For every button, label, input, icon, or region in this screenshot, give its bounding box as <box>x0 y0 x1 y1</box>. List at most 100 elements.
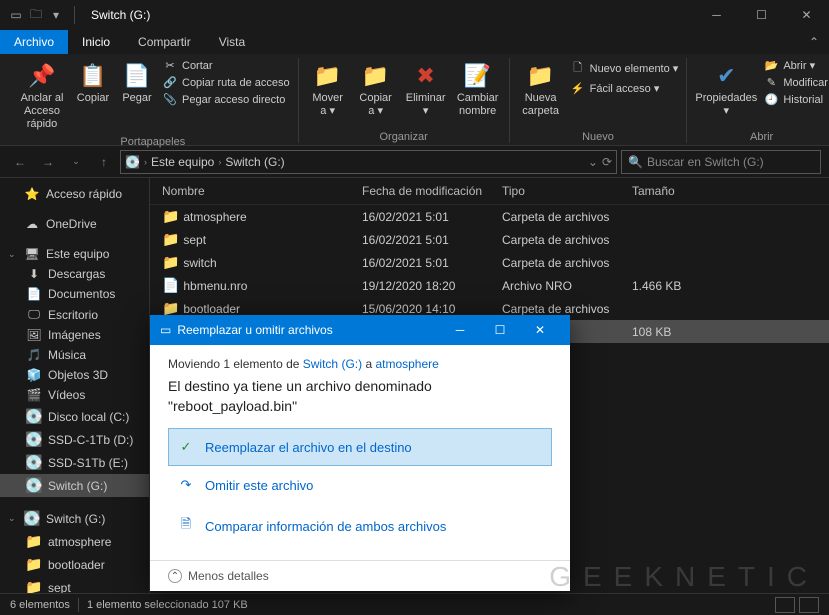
sidebar-documents[interactable]: 📄Documentos <box>0 284 149 304</box>
file-type: Carpeta de archivos <box>502 302 632 316</box>
sidebar-sept[interactable]: sept <box>0 576 149 593</box>
ribbon: 📌Anclar al Acceso rápido 📋Copiar 📄Pegar … <box>0 54 829 146</box>
sidebar-local-c[interactable]: Disco local (C:) <box>0 405 149 428</box>
sidebar-music[interactable]: 🎵Música <box>0 345 149 365</box>
dialog-option-replace[interactable]: ✓ Reemplazar el archivo en el destino <box>168 428 552 466</box>
file-type: Carpeta de archivos <box>502 233 632 247</box>
col-type[interactable]: Tipo <box>502 184 632 198</box>
group-new-label: Nuevo <box>582 131 614 143</box>
dialog-maximize-button[interactable]: ☐ <box>480 315 520 345</box>
addr-dropdown-icon[interactable]: ⌄ <box>588 155 598 169</box>
sidebar-downloads[interactable]: ⬇Descargas <box>0 264 149 284</box>
nav-forward-button[interactable]: → <box>36 150 60 174</box>
dialog-less-details[interactable]: Menos detalles <box>188 569 269 583</box>
paste-button[interactable]: 📄Pegar <box>116 58 158 107</box>
tab-archivo[interactable]: Archivo <box>0 30 68 54</box>
sidebar-desktop[interactable]: 🖵Escritorio <box>0 304 149 325</box>
delete-icon: ✖ <box>416 60 434 92</box>
sidebar-thispc[interactable]: ⌄🖥Este equipo <box>0 244 149 264</box>
pasteshortcut-button[interactable]: 📎Pegar acceso directo <box>160 92 292 107</box>
sidebar-atmosphere[interactable]: atmosphere <box>0 530 149 553</box>
dialog-minimize-button[interactable]: ─ <box>440 315 480 345</box>
chevron-icon[interactable]: › <box>218 157 221 167</box>
tab-inicio[interactable]: Inicio <box>68 30 124 54</box>
col-name[interactable]: Nombre <box>162 184 362 198</box>
sidebar-images[interactable]: 🖼Imágenes <box>0 325 149 345</box>
maximize-button[interactable]: ☐ <box>739 0 784 30</box>
crumb-thispc[interactable]: Este equipo <box>151 155 214 169</box>
dialog-option-compare[interactable]: 🗎 Comparar información de ambos archivos <box>168 504 552 548</box>
rename-button[interactable]: 📝Cambiar nombre <box>453 58 503 120</box>
refresh-icon[interactable]: ⟳ <box>602 155 612 169</box>
delete-button[interactable]: ✖Eliminar ▾ <box>401 58 451 120</box>
modify-button[interactable]: ✎Modificar <box>761 75 829 90</box>
file-row[interactable]: switch16/02/2021 5:01Carpeta de archivos <box>150 251 829 274</box>
file-row[interactable]: sept16/02/2021 5:01Carpeta de archivos <box>150 228 829 251</box>
addressbar[interactable]: 💽 › Este equipo › Switch (G:) ⌄ ⟳ <box>120 150 617 174</box>
col-size[interactable]: Tamaño <box>632 184 712 198</box>
nav-back-button[interactable]: ← <box>8 150 32 174</box>
history-button[interactable]: 🕘Historial <box>761 92 829 107</box>
file-name: atmosphere <box>183 210 246 224</box>
file-type: Archivo NRO <box>502 279 632 293</box>
file-row[interactable]: atmosphere 16/02/2021 5:01Carpeta de arch… <box>150 205 829 228</box>
chevron-icon[interactable]: › <box>144 157 147 167</box>
copypath-icon: 🔗 <box>162 76 178 89</box>
cut-button[interactable]: ✂Cortar <box>160 58 292 73</box>
folder-icon <box>162 231 180 248</box>
crumb-drive[interactable]: Switch (G:) <box>225 155 284 169</box>
collapse-icon[interactable]: ⌃ <box>168 569 182 583</box>
file-date: 16/02/2021 5:01 <box>362 210 502 224</box>
nav-up-button[interactable]: ↑ <box>92 150 116 174</box>
file-date: 15/06/2020 14:10 <box>362 302 502 316</box>
dialog-app-icon: ▭ <box>160 323 171 337</box>
nav-recent-button[interactable]: ⌄ <box>64 150 88 174</box>
tab-compartir[interactable]: Compartir <box>124 30 205 54</box>
copy-button[interactable]: 📋Copiar <box>72 58 114 107</box>
sidebar-ssd-e[interactable]: SSD-S1Tb (E:) <box>0 451 149 474</box>
tab-vista[interactable]: Vista <box>205 30 259 54</box>
newfolder-button[interactable]: 📁Nueva carpeta <box>516 58 566 120</box>
sidebar-ssd-d[interactable]: SSD-C-1Tb (D:) <box>0 428 149 451</box>
skip-icon: ↷ <box>177 477 195 493</box>
sidebar-switch-g[interactable]: Switch (G:) <box>0 474 149 497</box>
qat-down-icon[interactable]: ▾ <box>48 7 64 23</box>
newitem-button[interactable]: 🗋Nuevo elemento ▾ <box>568 58 681 79</box>
close-button[interactable]: ✕ <box>784 0 829 30</box>
sidebar-3dobjects[interactable]: 🧊Objetos 3D <box>0 365 149 385</box>
statusbar: 6 elementos 1 elemento seleccionado 107 … <box>0 593 829 615</box>
sidebar-onedrive[interactable]: ☁OneDrive <box>0 214 149 234</box>
file-date: 16/02/2021 5:01 <box>362 256 502 270</box>
search-input[interactable]: 🔍 Buscar en Switch (G:) <box>621 150 821 174</box>
copyto-button[interactable]: 📁Copiar a ▾ <box>353 58 399 120</box>
col-date[interactable]: Fecha de modificación <box>362 184 502 198</box>
view-icons-button[interactable] <box>799 597 819 613</box>
dialog-source-link[interactable]: Switch (G:) <box>303 357 362 371</box>
dialog-option-skip[interactable]: ↷ Omitir este archivo <box>168 466 552 504</box>
properties-button[interactable]: ✔Propiedades ▾ <box>693 58 759 120</box>
easyaccess-button[interactable]: ⚡Fácil acceso ▾ <box>568 81 681 96</box>
file-type: Carpeta de archivos <box>502 256 632 270</box>
sidebar-videos[interactable]: 🎬Vídeos <box>0 385 149 405</box>
copypath-button[interactable]: 🔗Copiar ruta de acceso <box>160 75 292 90</box>
sidebar-switch-g2[interactable]: ⌄Switch (G:) <box>0 507 149 530</box>
group-organize-label: Organizar <box>379 131 427 143</box>
view-details-button[interactable] <box>775 597 795 613</box>
sidebar-quick-access[interactable]: ⭐Acceso rápido <box>0 184 149 204</box>
file-type: Carpeta de archivos <box>502 210 632 224</box>
minimize-button[interactable]: ─ <box>694 0 739 30</box>
pin-button[interactable]: 📌Anclar al Acceso rápido <box>14 58 70 134</box>
drive-icon: 💽 <box>125 155 140 169</box>
sidebar-bootloader[interactable]: bootloader <box>0 553 149 576</box>
search-icon: 🔍 <box>628 155 643 169</box>
dialog-dest-link[interactable]: atmosphere <box>375 357 438 371</box>
open-button[interactable]: 📂Abrir ▾ <box>761 58 829 73</box>
folder-icon <box>26 533 42 550</box>
ribbon-collapse-icon[interactable]: ⌃ <box>799 30 829 54</box>
file-row[interactable]: hbmenu.nro19/12/2020 18:20Archivo NRO1.4… <box>150 274 829 297</box>
dialog-close-button[interactable]: ✕ <box>520 315 560 345</box>
check-icon: ✓ <box>177 439 195 455</box>
moveto-button[interactable]: 📁Mover a ▾ <box>305 58 351 120</box>
music-icon: 🎵 <box>26 348 42 362</box>
qat-folder-icon[interactable]: 🗀 <box>28 7 44 23</box>
